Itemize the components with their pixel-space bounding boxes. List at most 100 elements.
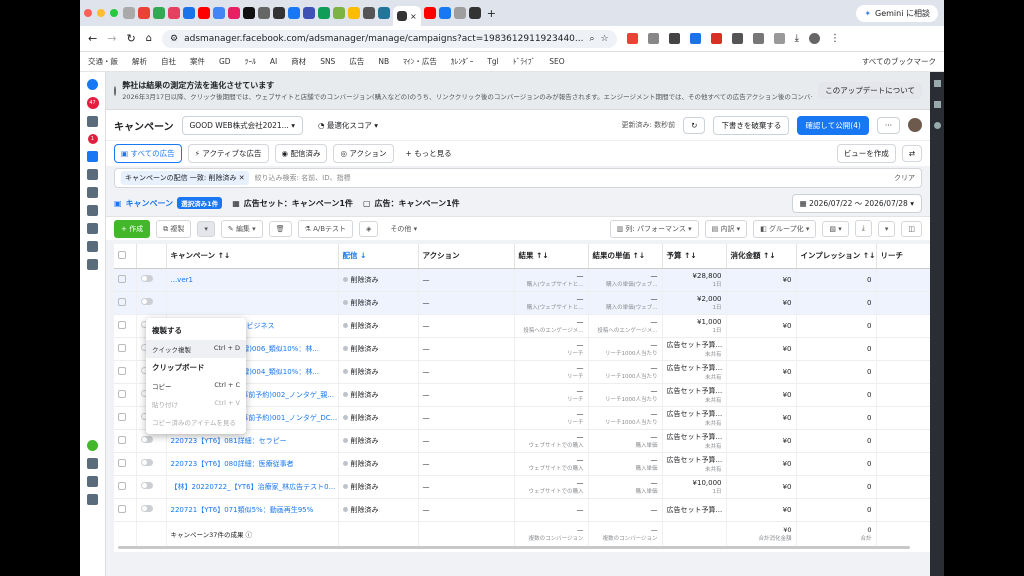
ad-tools-icon[interactable] <box>87 205 98 216</box>
tab-favicon-icon[interactable] <box>258 7 270 19</box>
optimization-score[interactable]: ◔ 最適化スコア ▾ <box>310 116 386 134</box>
browser-menu-icon[interactable]: ⋮ <box>830 33 840 44</box>
budget-cell[interactable]: 広告セット予算... 未共有 <box>662 452 727 476</box>
bookmark-folder[interactable]: NB <box>378 57 389 66</box>
row-checkbox-cell[interactable] <box>114 314 137 338</box>
budget-cell[interactable]: ¥10,000 1日 <box>662 475 727 499</box>
col-result[interactable]: 結果 ↑↓ <box>514 244 589 269</box>
filter-chip[interactable]: キャンペーンの配信 一致: 削除済み ✕ <box>121 171 249 185</box>
extension-icon[interactable] <box>710 33 722 44</box>
refresh-button[interactable]: ↻ <box>683 116 706 134</box>
bookmark-folder[interactable]: 自社 <box>161 56 176 67</box>
bug-icon[interactable] <box>87 494 98 505</box>
menu-icon[interactable] <box>87 259 98 270</box>
tab-wordpress-icon[interactable] <box>378 7 390 19</box>
summary-info-icon[interactable]: ⓘ <box>246 531 253 539</box>
delete-icon[interactable]: 🗑 <box>268 220 292 237</box>
tab-active-ads[interactable]: ⚡ アクティブな広告 <box>187 144 269 163</box>
reports-button[interactable]: ▧ ▾ <box>822 220 849 237</box>
row-checkbox[interactable] <box>118 343 126 352</box>
maximize-window-icon[interactable] <box>110 9 118 17</box>
bookmark-folder[interactable]: 交通・飯 <box>88 56 118 67</box>
extension-icon[interactable] <box>752 33 764 44</box>
account-selector[interactable]: GOOD WEB株式会社2021... ▾ <box>181 115 303 135</box>
budget-cell[interactable]: 広告セット予算... 未共有 <box>662 360 727 384</box>
extension-icon[interactable] <box>668 33 680 44</box>
tab-favicon-icon[interactable] <box>273 7 285 19</box>
row-toggle[interactable] <box>140 505 153 512</box>
level-campaign[interactable]: ▣ キャンペーン 選択済み1件 <box>114 197 223 209</box>
tab-favicon-icon[interactable] <box>303 7 315 19</box>
search-icon[interactable] <box>87 476 98 487</box>
extension-icon[interactable] <box>731 33 743 44</box>
selected-chip[interactable]: 選択済み1件 <box>177 197 223 209</box>
bookmark-folder[interactable]: ﾏｲﾝ・広告 <box>403 56 437 67</box>
row-checkbox[interactable] <box>118 435 126 444</box>
group-button[interactable]: ◧ グループ化 ▾ <box>753 219 817 238</box>
ab-test-button[interactable]: ⚗ A/Bテスト <box>297 219 354 238</box>
budget-cell[interactable]: ¥2,000 1日 <box>662 291 727 315</box>
tab-favicon-icon[interactable] <box>318 7 330 19</box>
tab-more[interactable]: + もっと見る <box>399 145 458 162</box>
bookmark-folder[interactable]: SNS <box>320 57 335 66</box>
row-checkbox-cell[interactable] <box>114 291 137 315</box>
settings-icon[interactable] <box>87 458 98 469</box>
tab-facebook-icon[interactable] <box>438 7 451 19</box>
download-icon[interactable]: ⤓ <box>795 33 799 44</box>
level-adset[interactable]: ▦ 広告セット：キャンペーン1件 <box>232 198 353 209</box>
col-spend[interactable]: 消化金額 ↑↓ <box>726 244 797 269</box>
row-checkbox-cell[interactable] <box>114 498 137 522</box>
col-action[interactable]: アクション <box>418 244 515 269</box>
row-checkbox[interactable] <box>118 458 126 467</box>
tab-favicon-icon[interactable] <box>228 7 240 19</box>
view-copied-item[interactable]: コピー済みのアイテムを見る <box>146 413 246 431</box>
campaign-name[interactable] <box>166 291 339 315</box>
table-row[interactable]: 220721【YT6】071類似5%：動画再生95% 削除済み — — — 広告セット予算… <box>114 498 930 522</box>
panel-history-icon[interactable] <box>933 122 941 129</box>
campaign-name[interactable]: 220723【YT6】080詳細：医療従事者 <box>166 452 339 476</box>
tab-favicon-icon[interactable] <box>363 7 375 19</box>
row-toggle-cell[interactable] <box>136 268 167 292</box>
paste-item[interactable]: 貼り付け Ctrl + V <box>146 395 246 413</box>
panel-chart-icon[interactable] <box>933 80 941 87</box>
tab-youtube-icon[interactable] <box>198 7 210 19</box>
home-icon[interactable]: ⌂ <box>146 33 152 44</box>
columns-button[interactable]: ▥ 列: パフォーマンス ▾ <box>609 219 699 238</box>
col-cost-per-result[interactable]: 結果の単価 ↑↓ <box>588 244 663 269</box>
row-toggle-cell[interactable] <box>136 452 167 476</box>
budget-cell[interactable]: 広告セット予算... 未共有 <box>662 406 727 430</box>
campaign-name[interactable]: 【林】20220722_【YT6】治療家_林広告テスト0... <box>166 475 339 499</box>
new-tab-button[interactable]: + <box>487 7 496 20</box>
table-row[interactable]: 削除済み — — 購入(ウェブサイトと... — 購入の単価(ウェブ... ¥2,000 1日… <box>114 291 930 315</box>
col-reach[interactable]: リーチ <box>876 244 930 269</box>
tag-icon[interactable]: ◈ <box>359 220 379 237</box>
row-checkbox-cell[interactable] <box>114 406 137 430</box>
quick-duplicate-item[interactable]: クイック複製 Ctrl + D <box>146 340 246 358</box>
row-checkbox[interactable] <box>118 504 126 513</box>
extension-icon[interactable] <box>689 33 701 44</box>
row-checkbox[interactable] <box>118 412 126 421</box>
select-all-header[interactable] <box>114 244 137 269</box>
other-button[interactable]: その他 ▾ <box>384 220 424 237</box>
more-options-button[interactable]: ··· <box>876 116 900 134</box>
bookmark-folder[interactable]: ﾂｰﾙ <box>245 56 256 67</box>
row-toggle[interactable] <box>140 459 153 466</box>
budget-cell[interactable]: ¥28,800 1日 <box>662 268 727 292</box>
tab-x-icon[interactable] <box>243 7 255 19</box>
horizontal-scrollbar[interactable] <box>118 546 910 549</box>
address-bar[interactable]: ⚙ adsmanager.facebook.com/adsmanager/man… <box>162 29 617 48</box>
billing-icon[interactable] <box>87 223 98 234</box>
events-icon[interactable] <box>87 241 98 252</box>
bookmark-folder[interactable]: ｶﾚﾝﾀﾞｰ <box>451 56 474 67</box>
row-checkbox[interactable] <box>118 274 126 283</box>
row-toggle-cell[interactable] <box>136 498 167 522</box>
row-toggle[interactable] <box>140 482 153 489</box>
extensions-puzzle-icon[interactable] <box>773 33 785 44</box>
bookmark-folder[interactable]: Tgl <box>487 57 498 66</box>
dashboard-icon[interactable] <box>87 116 98 127</box>
forward-icon[interactable]: → <box>107 32 116 45</box>
budget-cell[interactable]: 広告セット予算... 未共有 <box>662 429 727 453</box>
budget-cell[interactable]: 広告セット予算... 未共有 <box>662 337 727 361</box>
col-delivery[interactable]: 配信 ↓ <box>338 244 419 269</box>
row-checkbox-cell[interactable] <box>114 337 137 361</box>
